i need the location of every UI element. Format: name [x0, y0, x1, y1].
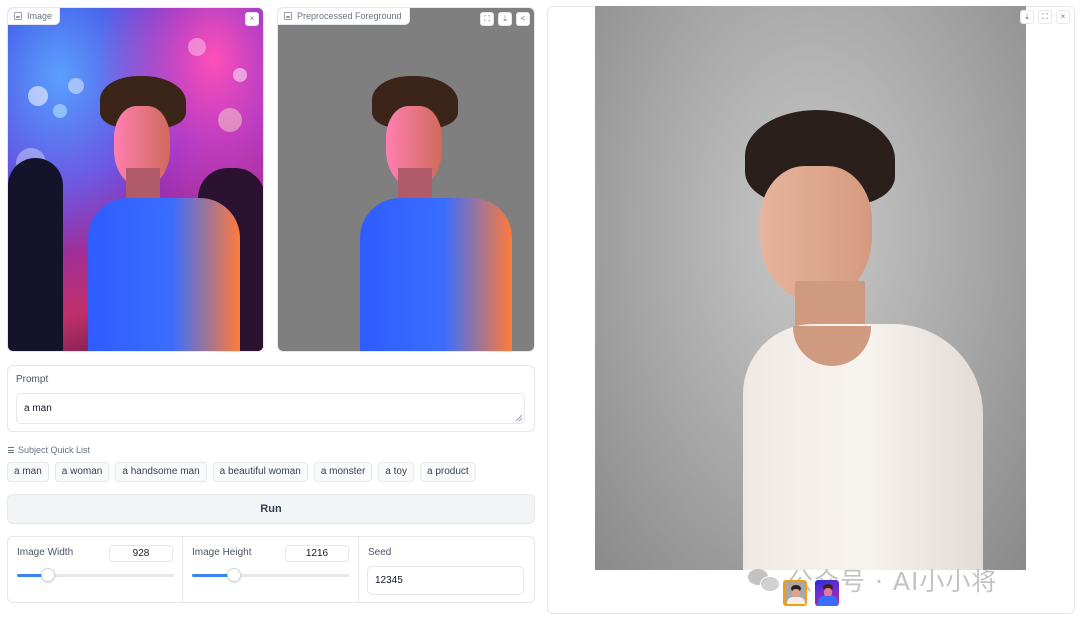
input-image-panel[interactable]: Image ×: [7, 7, 264, 352]
input-image-label: Image: [8, 8, 61, 25]
foreground-photo: [278, 8, 534, 351]
share-icon: <: [520, 14, 526, 23]
image-width-label: Image Width: [17, 547, 74, 558]
image-width-slider[interactable]: [17, 568, 174, 582]
foreground-image-panel: Preprocessed Foreground ⛶ ⤓ <: [277, 7, 535, 352]
fullscreen-button[interactable]: ⛶: [480, 12, 494, 26]
quick-chip-a-handsome-man[interactable]: a handsome man: [115, 462, 207, 482]
run-button[interactable]: Run: [7, 494, 535, 524]
prompt-label: Prompt: [16, 374, 49, 385]
gallery-thumbnail-1[interactable]: [783, 580, 807, 606]
image-width-slider-thumb[interactable]: [41, 568, 56, 582]
quick-chip-a-man[interactable]: a man: [7, 462, 49, 482]
image-icon: [14, 11, 22, 20]
image-height-input[interactable]: 1216: [285, 545, 349, 562]
input-photo: [8, 8, 263, 351]
image-icon: [284, 11, 292, 20]
download-icon: ⤓: [503, 14, 507, 23]
fullscreen-icon: ⛶: [484, 14, 490, 23]
seed-label: Seed: [368, 547, 392, 558]
quick-chip-a-toy[interactable]: a toy: [378, 462, 414, 482]
quick-chip-a-woman[interactable]: a woman: [54, 462, 110, 482]
image-height-control: Image Height 1216: [182, 536, 359, 603]
image-width-control: Image Width 928: [7, 536, 183, 603]
close-icon: ×: [1060, 12, 1066, 21]
image-width-input[interactable]: 928: [109, 545, 173, 562]
output-photo[interactable]: [595, 6, 1026, 570]
download-button[interactable]: ⤓: [498, 12, 512, 26]
gallery-thumbnail-2[interactable]: [815, 580, 839, 606]
output-download-button[interactable]: ⤓: [1020, 10, 1034, 24]
quick-list-label: Subject Quick List: [8, 445, 90, 455]
output-close-button[interactable]: ×: [1056, 10, 1070, 24]
foreground-image-label: Preprocessed Foreground: [278, 8, 410, 25]
resize-handle-icon[interactable]: [516, 415, 522, 421]
seed-control: Seed 12345: [358, 536, 535, 603]
output-fullscreen-button[interactable]: ⛶: [1038, 10, 1052, 24]
clear-image-button[interactable]: ×: [245, 12, 259, 26]
quick-list-chips: a man a woman a handsome man a beautiful…: [7, 462, 476, 482]
close-icon: ×: [249, 14, 255, 23]
list-icon: [8, 447, 14, 453]
image-height-label: Image Height: [192, 547, 252, 558]
quick-chip-a-monster[interactable]: a monster: [313, 462, 373, 482]
quick-chip-a-beautiful-woman[interactable]: a beautiful woman: [212, 462, 308, 482]
quick-chip-a-product[interactable]: a product: [419, 462, 476, 482]
seed-input[interactable]: 12345: [367, 566, 524, 595]
share-button[interactable]: <: [516, 12, 530, 26]
prompt-input[interactable]: a man: [16, 393, 525, 424]
prompt-value: a man: [24, 403, 52, 414]
fullscreen-icon: ⛶: [1042, 12, 1048, 21]
image-height-slider[interactable]: [192, 568, 349, 582]
wechat-icon: [748, 567, 782, 593]
image-height-slider-thumb[interactable]: [227, 568, 242, 582]
download-icon: ⤓: [1025, 12, 1029, 21]
